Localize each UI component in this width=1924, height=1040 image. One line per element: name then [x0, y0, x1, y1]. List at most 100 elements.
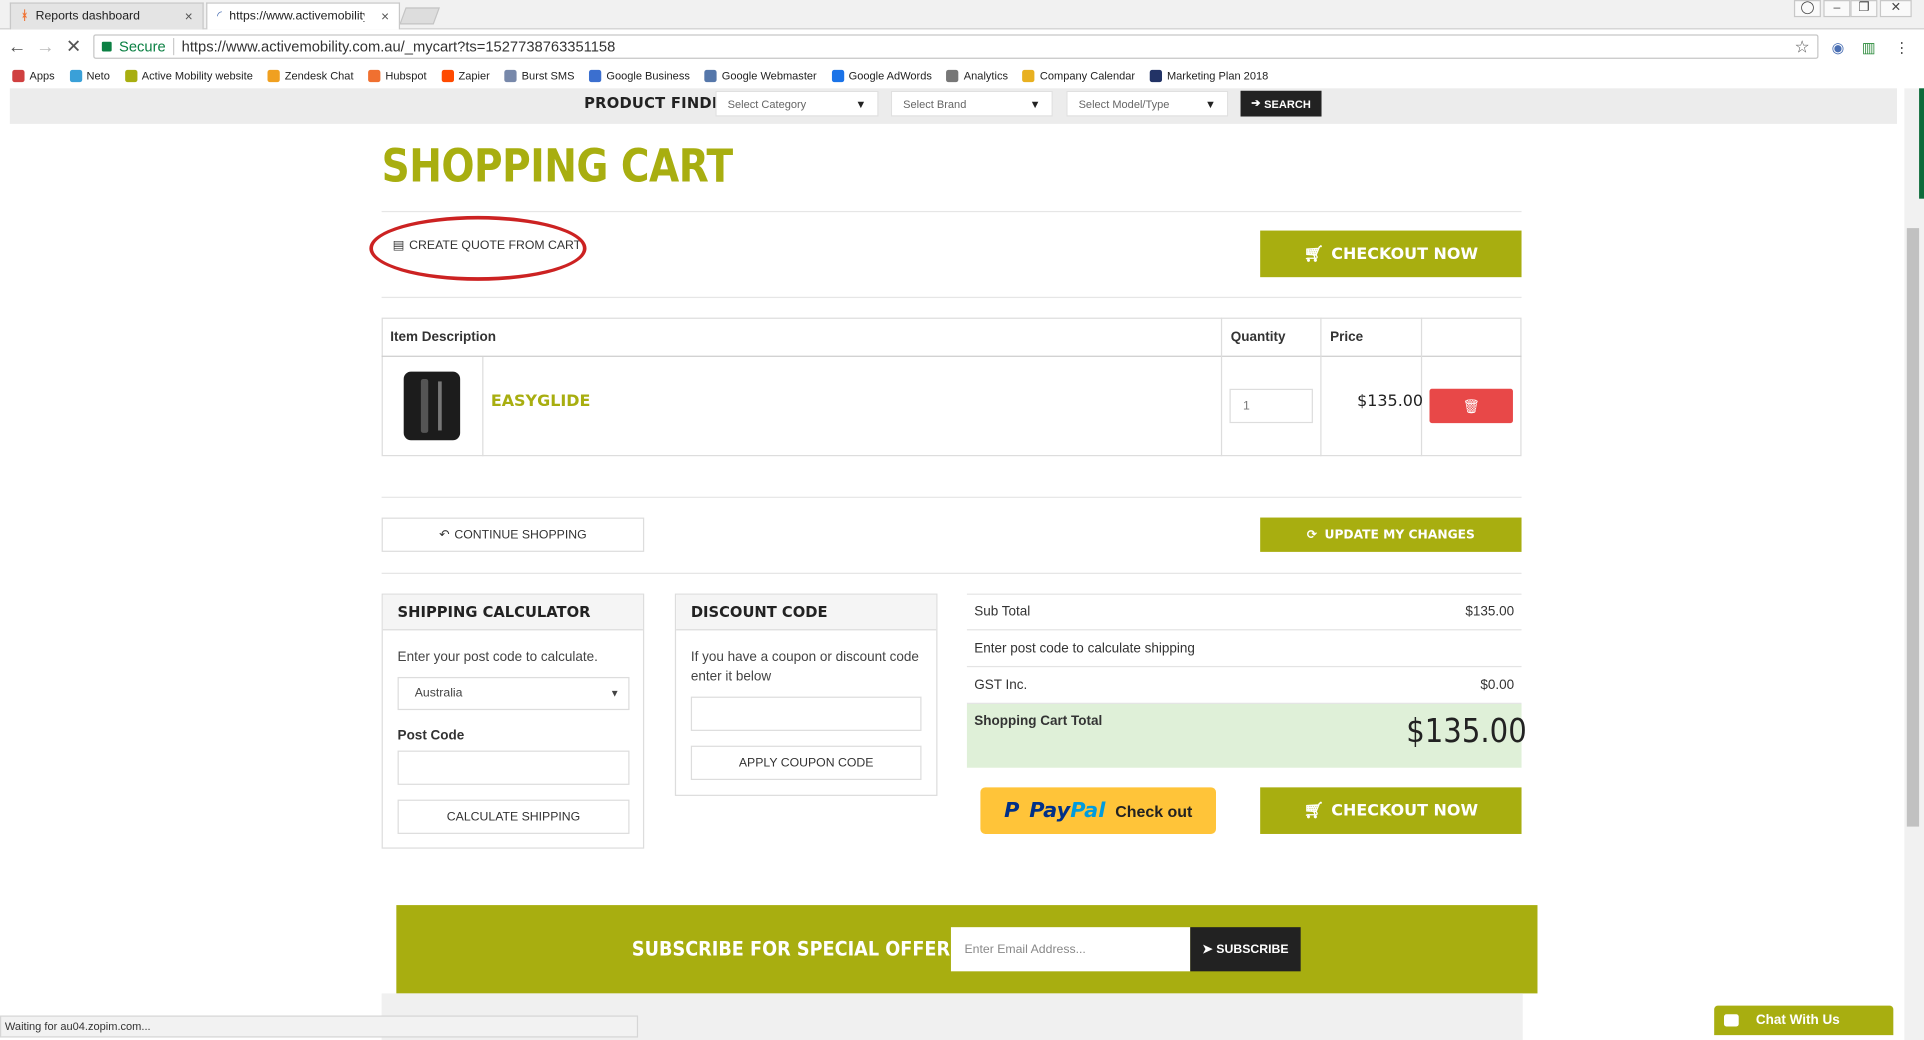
country-value: Australia [414, 686, 463, 701]
shipping-calculator-heading: SHIPPING CALCULATOR [382, 594, 643, 631]
gst-row: GST Inc. $0.00 [966, 667, 1522, 704]
subscribe-button[interactable]: ➤ SUBSCRIBE [1190, 927, 1301, 972]
bookmark-label: Apps [29, 69, 55, 83]
continue-shopping-label: CONTINUE SHOPPING [454, 527, 587, 542]
email-input[interactable]: Enter Email Address... [950, 927, 1191, 972]
bookmark-label: Analytics [963, 69, 1008, 83]
coupon-input[interactable] [690, 696, 922, 731]
menu-kebab-icon[interactable]: ⋮ [1892, 38, 1912, 58]
product-name-link[interactable]: EASYGLIDE [491, 392, 591, 410]
reply-arrow-icon: ↶ [439, 527, 450, 542]
divider [1320, 317, 1322, 457]
checkout-label: CHECKOUT NOW [1331, 244, 1479, 264]
bookmark-icon [1022, 69, 1035, 83]
bookmark-icon [589, 69, 602, 83]
status-bar: Waiting for au04.zopim.com... [0, 1015, 639, 1038]
bookmark-item[interactable]: Google Webmaster [697, 69, 824, 83]
paypal-pal: Pal [1070, 798, 1106, 823]
stop-loading-icon[interactable]: ✕ [63, 37, 85, 59]
subscribe-title: SUBSCRIBE FOR SPECIAL OFFERS [631, 936, 963, 961]
update-changes-label: UPDATE MY CHANGES [1324, 527, 1475, 542]
postcode-input[interactable] [397, 750, 630, 785]
gst-value: $0.00 [1480, 677, 1515, 693]
apply-coupon-button[interactable]: APPLY COUPON CODE [690, 745, 922, 780]
trash-icon: 🗑︎ [1462, 399, 1480, 414]
bookmark-icon [946, 69, 959, 83]
model-select[interactable]: Select Model/Type ▼ [1066, 90, 1229, 117]
divider [381, 572, 1522, 574]
subtotal-row: Sub Total $135.00 [966, 594, 1522, 631]
divider [381, 296, 1522, 299]
bookmark-icon [831, 69, 844, 83]
url-text: https://www.activemobility.com.au/_mycar… [181, 38, 616, 56]
bookmark-item[interactable]: Zendesk Chat [260, 69, 361, 83]
chat-with-us-button[interactable]: Chat With Us [1714, 1005, 1894, 1036]
bookmark-item[interactable]: Hubspot [361, 69, 434, 83]
divider [482, 356, 484, 457]
divider [381, 496, 1522, 498]
close-tab-icon[interactable]: × [185, 9, 193, 24]
loading-icon: ◜ [217, 9, 222, 24]
country-select[interactable]: Australia ▼ [397, 676, 630, 711]
calculate-shipping-button[interactable]: CALCULATE SHIPPING [397, 799, 630, 834]
subtotal-value: $135.00 [1465, 604, 1515, 619]
model-select-value: Select Model/Type [1078, 97, 1170, 110]
page-title: SHOPPING CART [381, 139, 734, 193]
bookmark-icon [124, 69, 137, 83]
brand-select-value: Select Brand [903, 97, 967, 110]
paypal-checkout-button[interactable]: P PayPal Check out [980, 787, 1216, 834]
profile-icon[interactable]: ◯ [1793, 0, 1821, 18]
close-window-icon[interactable]: ✕ [1879, 0, 1912, 18]
bookmark-label: Google AdWords [848, 69, 932, 83]
bookmark-item[interactable]: Analytics [939, 69, 1015, 83]
bookmark-icon [12, 69, 25, 83]
bookmark-item[interactable]: Apps [5, 69, 62, 83]
back-icon[interactable]: ← [6, 37, 28, 59]
search-button[interactable]: ➔ SEARCH [1240, 90, 1322, 117]
bookmark-label: Active Mobility website [141, 69, 253, 83]
checkout-now-button-bottom[interactable]: 🛒︎ CHECKOUT NOW [1260, 787, 1522, 834]
paypal-wordmark: PayPal [1029, 798, 1105, 823]
bookmark-item[interactable]: Company Calendar [1015, 69, 1142, 83]
bookmark-item[interactable]: Zapier [434, 69, 497, 83]
product-image[interactable] [390, 364, 474, 448]
bookmark-item[interactable]: Google AdWords [824, 69, 939, 83]
bookmark-item[interactable]: Neto [62, 69, 117, 83]
extension-chart-icon[interactable]: ▥ [1859, 38, 1879, 58]
bookmark-item[interactable]: Burst SMS [497, 69, 582, 83]
bookmark-item[interactable]: Marketing Plan 2018 [1142, 69, 1275, 83]
subscribe-label: SUBSCRIBE [1216, 942, 1289, 956]
brand-select[interactable]: Select Brand ▼ [890, 90, 1053, 117]
close-tab-icon[interactable]: × [381, 9, 389, 24]
quantity-input[interactable]: 1 [1229, 388, 1313, 424]
new-tab-button[interactable] [399, 7, 440, 25]
bookmark-star-icon[interactable]: ☆ [1794, 36, 1809, 57]
continue-shopping-button[interactable]: ↶ CONTINUE SHOPPING [381, 517, 645, 552]
bookmark-item[interactable]: Active Mobility website [117, 69, 260, 83]
update-changes-button[interactable]: ⟳ UPDATE MY CHANGES [1260, 517, 1522, 552]
checkout-now-button[interactable]: 🛒︎ CHECKOUT NOW [1260, 230, 1522, 278]
minimize-icon[interactable]: – [1823, 0, 1851, 18]
bookmark-icon [368, 69, 381, 83]
apply-coupon-label: APPLY COUPON CODE [738, 756, 874, 770]
highlight-circle [369, 215, 587, 281]
category-select[interactable]: Select Category ▼ [715, 90, 879, 117]
tab-reports-dashboard[interactable]: ᚼ Reports dashboard × [9, 2, 204, 30]
shipping-note: Enter post code to calculate shipping [974, 640, 1195, 656]
shipping-row: Enter post code to calculate shipping [966, 630, 1522, 668]
forward-icon[interactable]: → [34, 37, 56, 59]
remove-item-button[interactable]: 🗑︎ [1429, 388, 1513, 424]
extension-icon[interactable]: ◉ [1828, 38, 1848, 58]
scrollbar-thumb[interactable] [1906, 228, 1920, 827]
address-bar[interactable]: Secure https://www.activemobility.com.au… [93, 34, 1819, 59]
restore-icon[interactable]: ❐ [1850, 0, 1878, 18]
subtotal-label: Sub Total [974, 604, 1031, 619]
tab-title: Reports dashboard [35, 9, 140, 24]
divider [1220, 317, 1223, 457]
tab-active-mobility[interactable]: ◜ https://www.activemobility × [206, 2, 401, 30]
cart-icon: 🛒︎ [1303, 801, 1324, 820]
bookmark-item[interactable]: Google Business [582, 69, 697, 83]
column-header-item: Item Description [390, 329, 496, 345]
caret-down-icon: ▼ [609, 688, 620, 700]
page-viewport [0, 88, 1905, 1040]
